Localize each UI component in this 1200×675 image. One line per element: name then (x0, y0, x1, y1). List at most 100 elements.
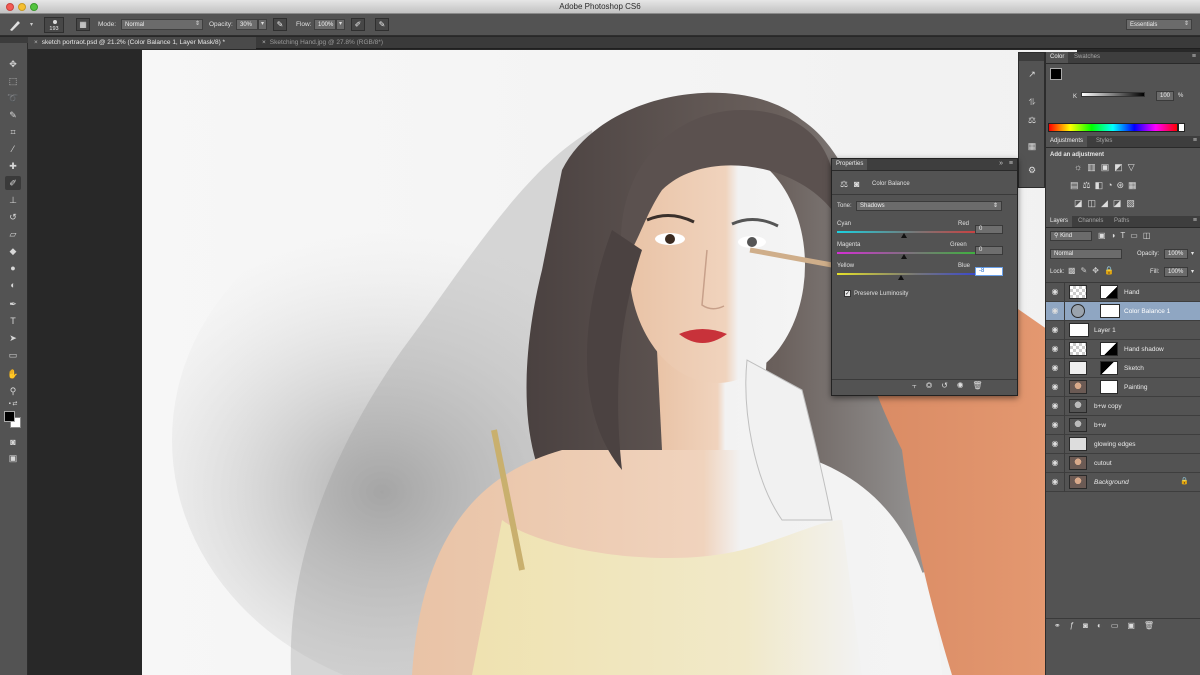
foreground-color-swatch[interactable] (4, 411, 15, 422)
brush-panel-toggle[interactable]: ▦ (76, 18, 90, 31)
flow-slider-toggle[interactable]: ▾ (336, 19, 345, 30)
close-icon[interactable]: × (262, 39, 266, 46)
layer-row[interactable]: ◉ cutout (1046, 454, 1200, 473)
color-spectrum-bar[interactable] (1048, 123, 1178, 132)
magenta-green-slider[interactable] (837, 252, 993, 254)
eye-icon[interactable]: ◉ (1050, 306, 1060, 316)
airbrush-button[interactable]: ✐ (351, 18, 365, 31)
blur-tool-icon[interactable]: ● (5, 261, 21, 275)
blend-mode-select[interactable]: Normal (1050, 249, 1122, 259)
brush-size-picker[interactable]: 193 (44, 17, 64, 33)
layer-opacity-input[interactable]: 100% (1164, 249, 1188, 259)
adjustment-icons-row-3[interactable]: ◪◫◢◪▧ (1074, 198, 1140, 209)
tool-preset-arrow-icon[interactable]: ▾ (30, 21, 33, 28)
tab-channels[interactable]: Channels (1074, 216, 1107, 227)
tab-sketching-hand[interactable]: × Sketching Hand.jpg @ 27.8% (RGB/8*) (256, 37, 436, 49)
character-panel-icon[interactable]: ▦ (1025, 141, 1039, 153)
k-slider[interactable] (1081, 92, 1145, 97)
panel-menu-icon[interactable]: ≡ (1193, 217, 1197, 224)
layer-row[interactable]: ◉ Hand (1046, 283, 1200, 302)
layer-filter-select[interactable]: ⚲ Kind (1050, 231, 1092, 241)
workspace-switcher[interactable]: Essentials ⇕ (1126, 19, 1192, 30)
color-fg-swatch[interactable] (1050, 68, 1062, 80)
k-value-input[interactable]: 100 (1156, 91, 1174, 101)
tab-paths[interactable]: Paths (1110, 216, 1133, 227)
adjustment-icons-row-1[interactable]: ☼▥▣◩▽ (1074, 162, 1140, 173)
eye-icon[interactable]: ◉ (1050, 401, 1060, 411)
eye-icon[interactable]: ◉ (1050, 439, 1060, 449)
white-swatch[interactable] (1178, 123, 1185, 132)
close-icon[interactable]: × (34, 39, 38, 46)
healing-tool-icon[interactable]: ✚ (5, 159, 21, 173)
panel-menu-icon[interactable]: ≡ (1193, 137, 1197, 144)
layer-row-selected[interactable]: ◉ Color Balance 1 (1046, 302, 1200, 321)
brush-preset-icon[interactable] (8, 18, 22, 32)
tools-panel-header[interactable] (0, 37, 28, 43)
panel-menu-icon[interactable]: ≡ (1192, 53, 1196, 60)
history-brush-tool-icon[interactable]: ↺ (5, 210, 21, 224)
eye-icon[interactable]: ◉ (1050, 420, 1060, 430)
opacity-input[interactable]: 30% (236, 19, 258, 30)
tab-layers[interactable]: Layers (1046, 216, 1073, 227)
tab-properties[interactable]: Properties (832, 159, 868, 170)
eye-icon[interactable]: ◉ (1050, 287, 1060, 297)
cyan-red-slider[interactable] (837, 231, 993, 233)
eraser-tool-icon[interactable]: ▱ (5, 227, 21, 241)
yellow-blue-slider[interactable] (837, 273, 993, 275)
magenta-green-slider-thumb[interactable] (901, 254, 907, 259)
layer-row[interactable]: ◉ b+w copy (1046, 397, 1200, 416)
layers-footer-icons[interactable]: ⚭ƒ◙◐▭▣🗑 (1046, 618, 1200, 632)
lock-icons[interactable]: ▩✎✥🔒 (1068, 266, 1119, 275)
default-colors-icon[interactable]: ▪ ⇄ (3, 397, 23, 411)
move-tool-icon[interactable]: ✥ (5, 57, 21, 71)
tab-sketch-portrait[interactable]: × sketch portraot.psd @ 21.2% (Color Bala… (28, 37, 256, 49)
tone-select[interactable]: Shadows ⇕ (856, 201, 1002, 211)
eye-icon[interactable]: ◉ (1050, 458, 1060, 468)
shape-tool-icon[interactable]: ▭ (5, 348, 21, 362)
gradient-tool-icon[interactable]: ◆ (5, 244, 21, 258)
lasso-tool-icon[interactable]: ➰ (5, 91, 21, 105)
tab-color[interactable]: Color (1046, 52, 1069, 63)
layer-mask-thumbnail[interactable] (1100, 285, 1118, 299)
screen-mode-icon[interactable]: ▣ (5, 451, 21, 465)
layer-row[interactable]: ◉ Sketch (1046, 359, 1200, 378)
layer-mask-thumbnail[interactable] (1100, 342, 1118, 356)
dodge-tool-icon[interactable]: ◐ (5, 278, 21, 292)
eye-icon[interactable]: ◉ (1050, 477, 1060, 487)
tab-styles[interactable]: Styles (1092, 136, 1116, 147)
layer-mask-thumbnail[interactable] (1100, 361, 1118, 375)
history-panel-icon[interactable]: ↗ (1025, 69, 1039, 81)
panel-menu-icon[interactable]: ≡ (1009, 160, 1013, 167)
marquee-tool-icon[interactable]: ⬚ (5, 74, 21, 88)
layer-row[interactable]: ◉ Painting (1046, 378, 1200, 397)
layer-mask-thumbnail[interactable] (1100, 380, 1118, 394)
pen-tool-icon[interactable]: ✒ (5, 297, 21, 311)
hand-tool-icon[interactable]: ✋ (5, 367, 21, 381)
eye-icon[interactable]: ◉ (1050, 344, 1060, 354)
tab-swatches[interactable]: Swatches (1070, 52, 1104, 63)
pressure-opacity-button[interactable]: ✎ (273, 18, 287, 31)
path-select-tool-icon[interactable]: ➤ (5, 331, 21, 345)
layer-row[interactable]: ◉ Layer 1 (1046, 321, 1200, 340)
quick-select-tool-icon[interactable]: ✎ (5, 108, 21, 122)
zoom-tool-icon[interactable]: ⚲ (5, 384, 21, 398)
eyedropper-tool-icon[interactable]: ⁄ (5, 142, 21, 156)
chevron-down-icon[interactable]: ▾ (1191, 268, 1194, 275)
clone-stamp-tool-icon[interactable]: ⊥ (5, 193, 21, 207)
flow-input[interactable]: 100% (314, 19, 336, 30)
layer-row[interactable]: ◉ Background 🔒 (1046, 473, 1200, 492)
crop-tool-icon[interactable]: ⌗ (5, 125, 21, 139)
fill-input[interactable]: 100% (1164, 267, 1188, 277)
layer-filter-icons[interactable]: ▣◑T▭◫ (1098, 231, 1155, 240)
eye-icon[interactable]: ◉ (1050, 325, 1060, 335)
tool-presets-icon[interactable]: ⚖ (1025, 115, 1039, 127)
magenta-green-value-input[interactable]: 0 (975, 246, 1003, 255)
yellow-blue-value-input[interactable]: -8 (975, 267, 1003, 276)
type-tool-icon[interactable]: T (5, 314, 21, 328)
eye-icon[interactable]: ◉ (1050, 382, 1060, 392)
layer-row[interactable]: ◉ glowing edges (1046, 435, 1200, 454)
cyan-red-value-input[interactable]: 0 (975, 225, 1003, 234)
layer-row[interactable]: ◉ b+w (1046, 416, 1200, 435)
quick-mask-icon[interactable]: ◙ (5, 435, 21, 449)
chevron-down-icon[interactable]: ▾ (1191, 250, 1194, 257)
